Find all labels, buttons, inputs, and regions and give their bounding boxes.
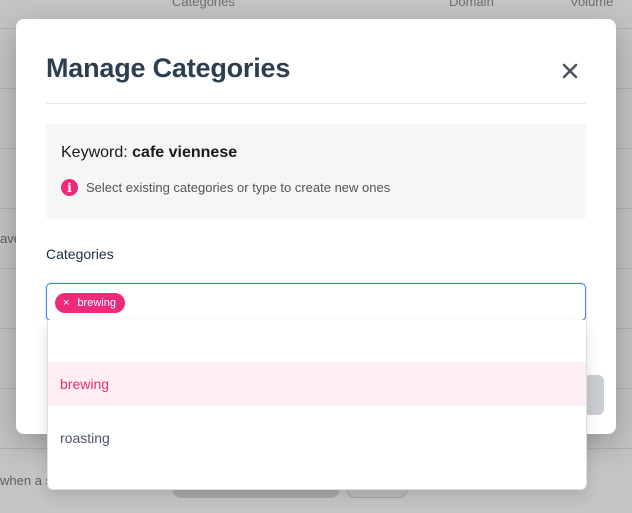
close-button[interactable] [556,59,584,83]
keyword-info-box: Keyword: cafe viennese i Select existing… [46,124,586,219]
header-divider [46,103,586,104]
keyword-prefix: Keyword: [61,144,128,161]
save-button-partial [584,375,604,415]
option-divider [48,405,586,406]
tag-label: brewing [77,297,116,309]
option-brewing[interactable]: brewing [48,362,586,405]
keyword-value: cafe viennese [132,144,238,161]
bg-header-domain: Domain [449,0,494,9]
option-roasting[interactable]: roasting [48,416,586,459]
categories-dropdown: brewing roasting [47,320,587,490]
hint-text: Select existing categories or type to cr… [86,180,391,195]
hint-row: i Select existing categories or type to … [61,179,390,196]
bg-cell-snippet: when a s [0,473,53,488]
categories-input[interactable]: × brewing [46,283,586,321]
bg-header-categories: Categories [172,0,235,9]
info-icon: i [61,179,78,196]
categories-label: Categories [46,246,114,262]
close-icon [562,63,578,79]
keyword-line: Keyword: cafe viennese [61,144,237,162]
remove-tag-icon[interactable]: × [63,297,69,309]
bg-header-volume: Volume [570,0,614,9]
selected-tag: × brewing [55,293,125,313]
modal-title: Manage Categories [46,53,291,83]
